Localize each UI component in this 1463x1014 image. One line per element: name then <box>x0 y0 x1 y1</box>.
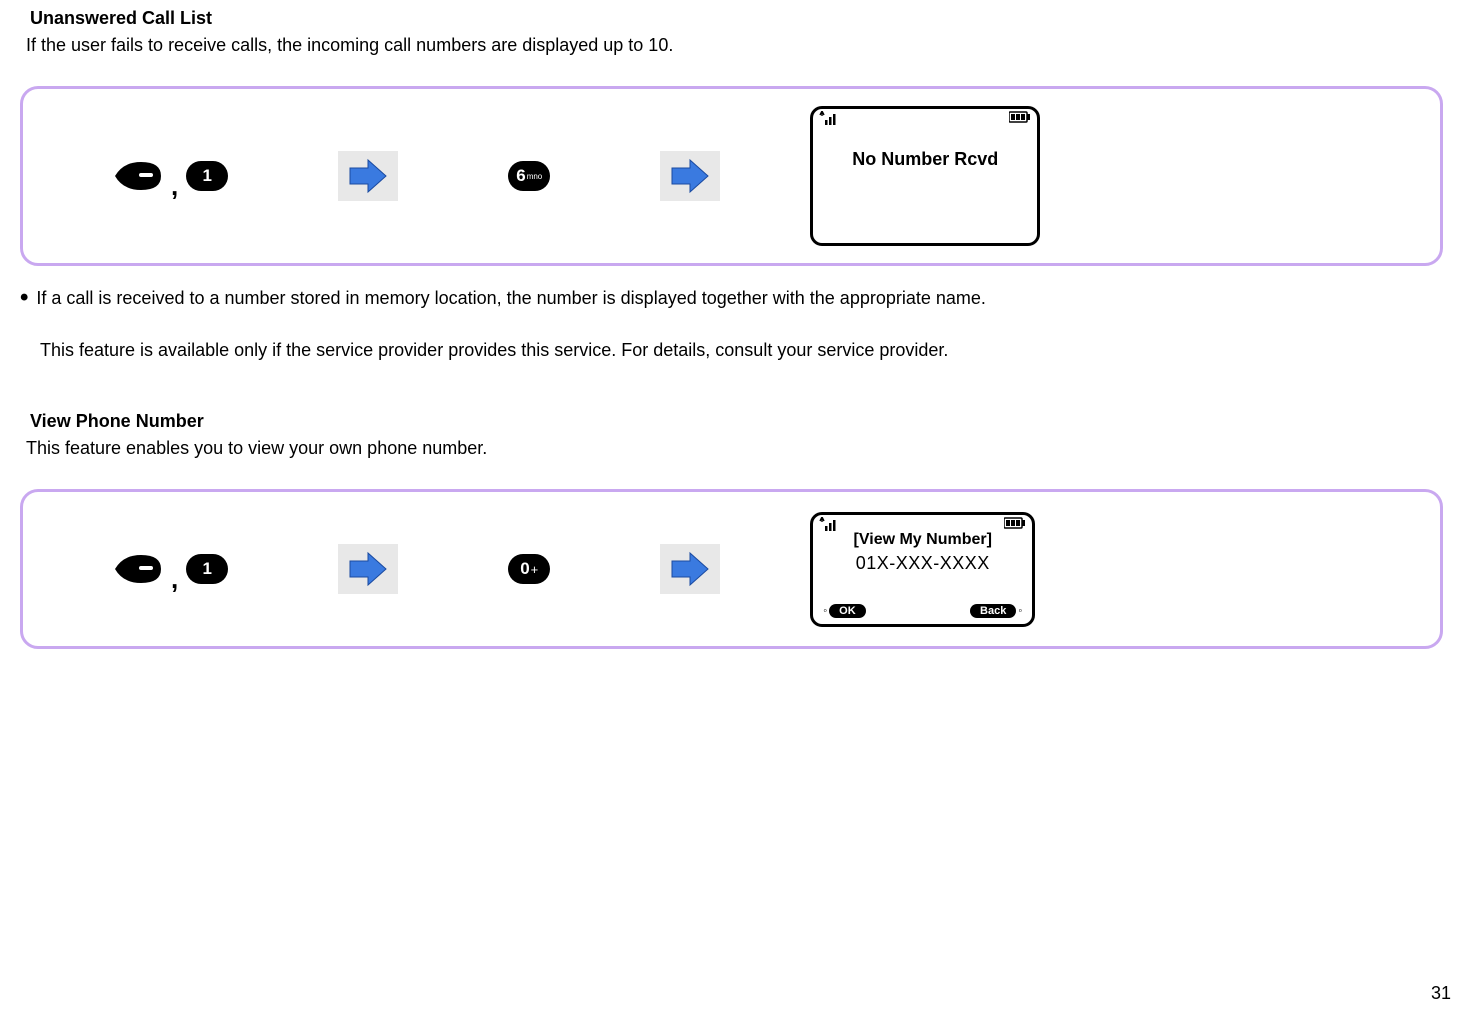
key-group-2b: 0+ <box>508 554 550 584</box>
bullet-text-1: If a call is received to a number stored… <box>36 288 986 309</box>
phone-screen-2: [View My Number] 01X-XXX-XXXX ◦OK Back◦ <box>810 512 1035 627</box>
arrow-right-icon <box>346 156 390 196</box>
section-heading-1: Unanswered Call List <box>30 8 1443 29</box>
key-group-1b: 6mno <box>508 161 550 191</box>
softkey-right: Back◦ <box>970 604 1024 618</box>
bullet-dot-icon: • <box>20 286 28 310</box>
key-0: 0+ <box>508 554 550 584</box>
arrow-right-icon <box>346 549 390 589</box>
left-key-icon <box>113 553 163 585</box>
key-1-b: 1 <box>186 554 228 584</box>
diagram-box-2: , 1 0+ <box>20 489 1443 649</box>
comma-separator: , <box>171 171 178 202</box>
phone-screen-1: No Number Rcvd <box>810 106 1040 246</box>
arrow-2a <box>338 544 398 594</box>
diagram-box-1: , 1 6mno <box>20 86 1443 266</box>
softkey-left: ◦OK <box>821 604 865 618</box>
comma-separator: , <box>171 564 178 595</box>
signal-icon <box>819 111 839 125</box>
key-group-1a: , 1 <box>113 160 228 192</box>
screen-text-1: No Number Rcvd <box>813 149 1037 170</box>
key-group-2a: , 1 <box>113 553 228 585</box>
page-number: 31 <box>1431 983 1451 1004</box>
arrow-right-icon <box>668 549 712 589</box>
battery-icon <box>1004 517 1026 529</box>
key-6: 6mno <box>508 161 550 191</box>
diagram-row-2: , 1 0+ <box>53 512 1410 627</box>
screen-footer-2: ◦OK Back◦ <box>813 604 1032 618</box>
diagram-row-1: , 1 6mno <box>53 106 1410 246</box>
screen-status-bar <box>813 109 1037 125</box>
arrow-right-icon <box>668 156 712 196</box>
arrow-1b <box>660 151 720 201</box>
section-desc-2: This feature enables you to view your ow… <box>26 438 1443 459</box>
bullet-note-1: • If a call is received to a number stor… <box>20 286 1443 310</box>
screen-status-bar-2 <box>813 515 1032 531</box>
arrow-1a <box>338 151 398 201</box>
section-heading-2: View Phone Number <box>30 411 1443 432</box>
left-key-icon <box>113 160 163 192</box>
arrow-2b <box>660 544 720 594</box>
signal-icon <box>819 517 839 531</box>
key-1: 1 <box>186 161 228 191</box>
section-desc-1: If the user fails to receive calls, the … <box>26 35 1443 56</box>
battery-icon <box>1009 111 1031 123</box>
note-1: This feature is available only if the se… <box>40 340 1443 361</box>
screen-title-2: [View My Number] <box>813 531 1032 549</box>
screen-number-2: 01X-XXX-XXXX <box>813 553 1032 574</box>
